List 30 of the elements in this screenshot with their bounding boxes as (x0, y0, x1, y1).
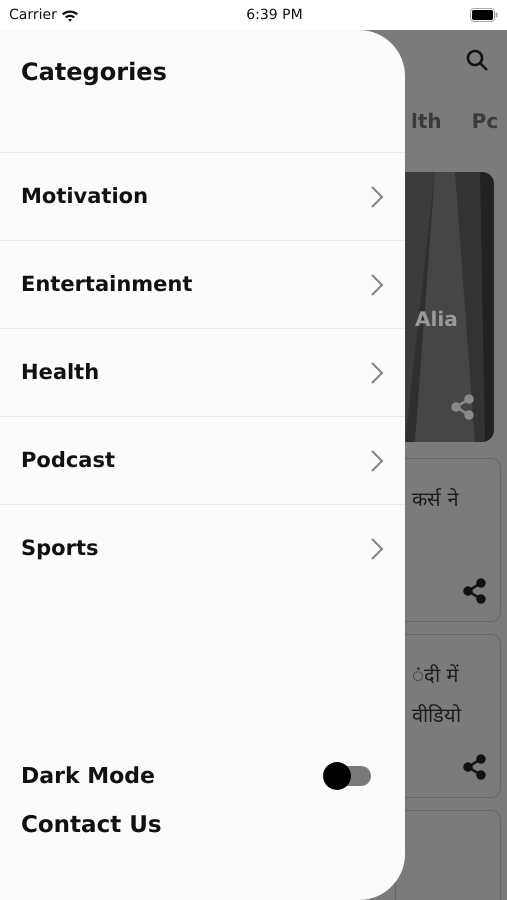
category-label: Entertainment (21, 270, 192, 298)
category-item[interactable]: Podcast (0, 416, 405, 504)
category-item[interactable]: Motivation (0, 152, 405, 240)
category-label: Sports (21, 534, 98, 562)
category-item[interactable]: Entertainment (0, 240, 405, 328)
card-title: Alia (415, 306, 458, 333)
drawer-title: Categories (20, 57, 168, 88)
category-label: Health (21, 358, 100, 386)
share-icon[interactable] (462, 578, 488, 604)
category-item[interactable]: Health (0, 328, 405, 416)
carrier-name: Carrier (9, 6, 57, 24)
share-icon[interactable] (462, 754, 488, 780)
chevron-right-icon (370, 272, 384, 296)
card-title: वीडियो (412, 702, 462, 729)
category-label: Podcast (21, 446, 116, 474)
status-time: 6:39 PM (246, 6, 303, 24)
chevron-right-icon (370, 536, 384, 560)
battery-icon (470, 8, 498, 22)
chevron-right-icon (370, 360, 384, 384)
wifi-icon (60, 8, 79, 22)
card-title: कर्स ने (412, 486, 460, 513)
dark-mode-label: Dark Mode (21, 762, 155, 790)
search-icon[interactable] (465, 48, 489, 72)
contact-us-link[interactable]: Contact Us (0, 810, 405, 900)
share-icon[interactable] (450, 394, 476, 420)
card-title: ंदी में (412, 662, 460, 689)
category-label: Motivation (21, 182, 148, 210)
category-item[interactable]: Sports (0, 504, 405, 592)
chevron-right-icon (370, 448, 384, 472)
chevron-right-icon (370, 184, 384, 208)
